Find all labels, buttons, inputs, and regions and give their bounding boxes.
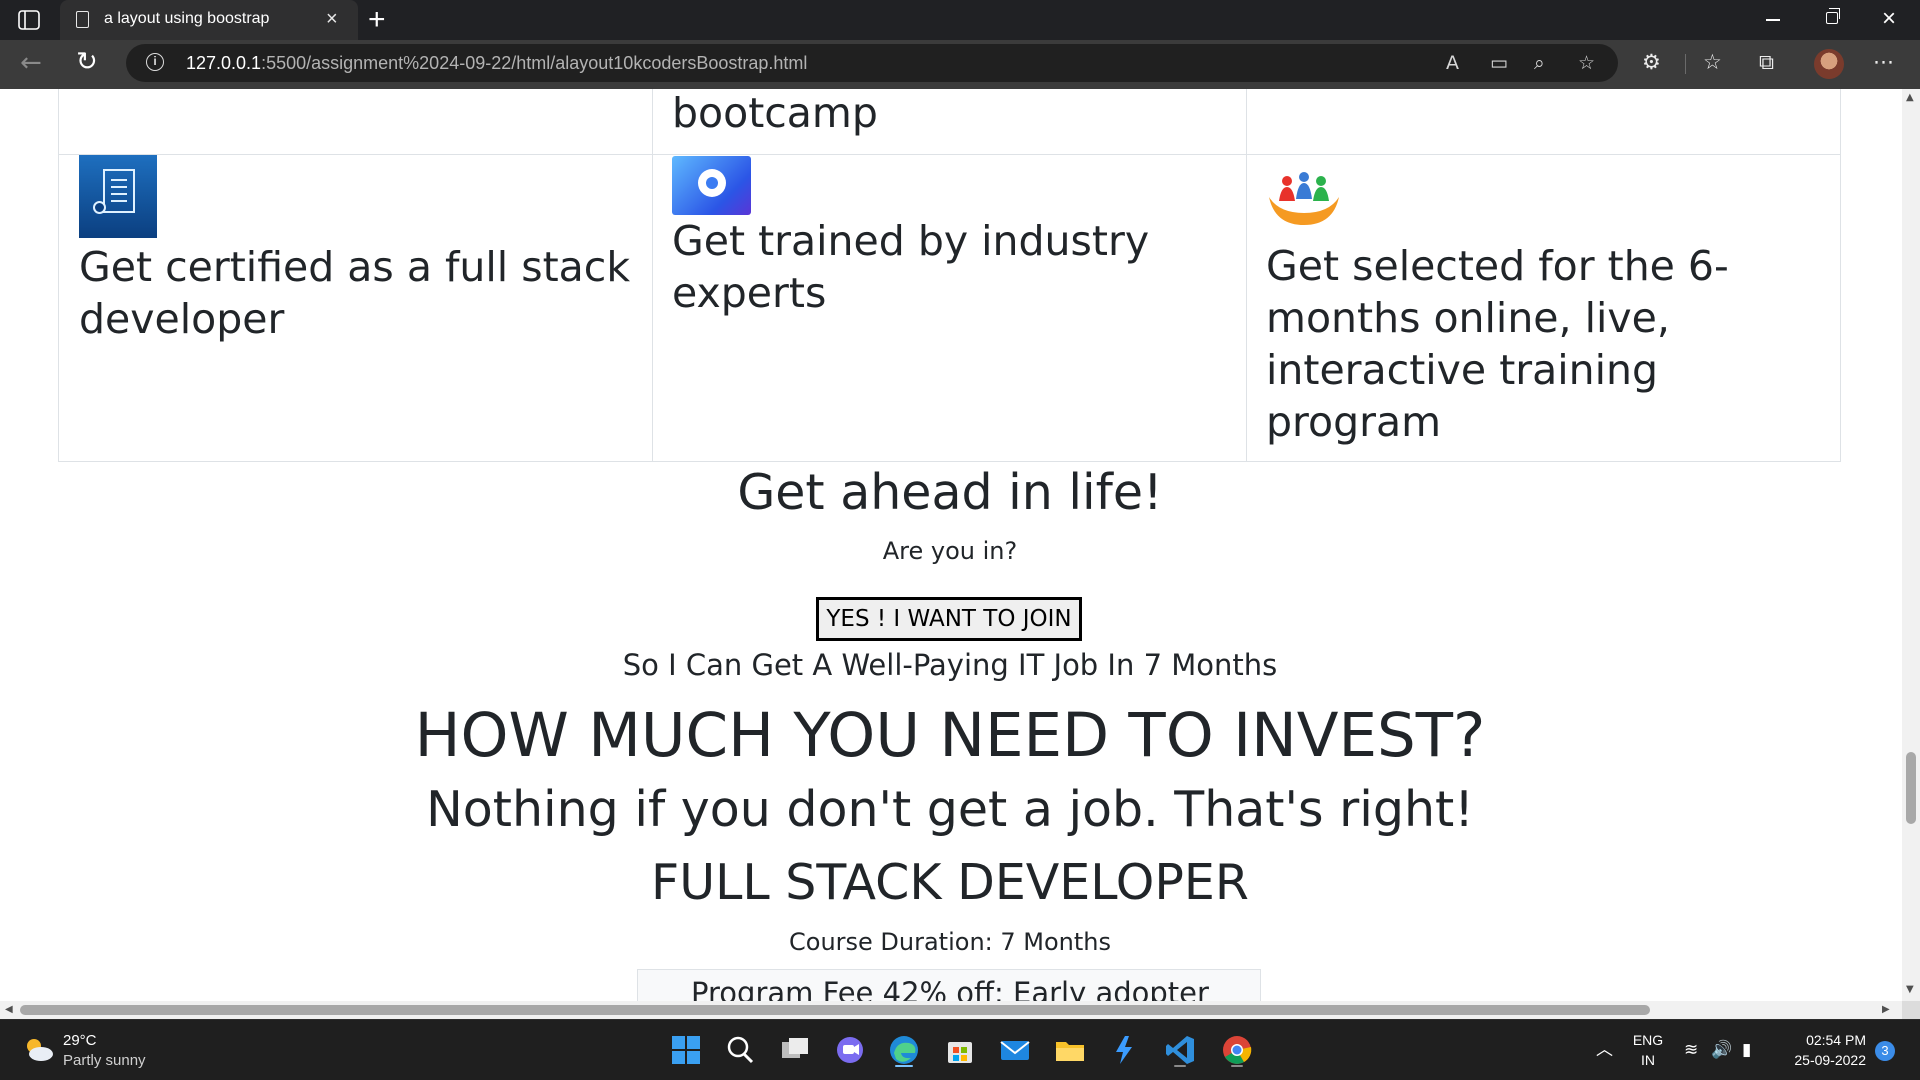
clock-date[interactable]: 25-09-2022 xyxy=(1776,1052,1866,1068)
browser-titlebar: a layout using boostrap × + × xyxy=(0,0,1920,40)
toolbar-divider xyxy=(1685,54,1686,74)
scroll-up-arrow-icon[interactable]: ▲ xyxy=(1906,93,1914,103)
table-border-right xyxy=(1840,89,1841,462)
hands-people-icon xyxy=(1269,172,1339,225)
tab-actions-icon[interactable] xyxy=(18,10,40,30)
edge-icon[interactable] xyxy=(887,1033,921,1067)
volume-icon[interactable]: 🔊 xyxy=(1711,1040,1732,1060)
site-info-icon[interactable]: i xyxy=(146,53,164,71)
wifi-icon[interactable]: ≋ xyxy=(1684,1040,1698,1060)
program-fee-box: Program Fee 42% off: Early adopter xyxy=(637,969,1261,1001)
language-bottom[interactable]: IN xyxy=(1630,1052,1666,1068)
address-bar[interactable]: i 127.0.0.1:5500/assignment%2024-09-22/h… xyxy=(126,44,1618,82)
page-viewport: bootcamp Get certified as a full stack d… xyxy=(0,89,1902,1001)
horizontal-scrollbar[interactable]: ◀ ▶ xyxy=(0,1001,1902,1019)
table-row-divider xyxy=(58,154,1841,155)
battery-icon[interactable]: ▮ xyxy=(1742,1040,1751,1060)
favorites-icon[interactable]: ☆ xyxy=(1703,50,1722,74)
mail-icon[interactable] xyxy=(998,1033,1032,1067)
task-view-icon[interactable] xyxy=(778,1033,812,1067)
store-icon[interactable] xyxy=(943,1033,977,1067)
headline: Get ahead in life! xyxy=(737,464,1163,521)
extensions-icon[interactable]: ⚙ xyxy=(1642,50,1661,74)
new-tab-button[interactable]: + xyxy=(368,4,386,36)
table-border-left xyxy=(58,89,59,462)
nothing-heading: Nothing if you don't get a job. That's r… xyxy=(426,781,1474,838)
scroll-down-arrow-icon[interactable]: ▼ xyxy=(1906,985,1914,995)
horizontal-scroll-thumb[interactable] xyxy=(20,1005,1650,1015)
language-top[interactable]: ENG xyxy=(1630,1032,1666,1048)
immersive-reader-icon[interactable]: ▭ xyxy=(1490,52,1508,74)
feature-text-certified: Get certified as a full stack developer xyxy=(79,243,631,343)
course-title: FULL STACK DEVELOPER xyxy=(651,854,1249,911)
close-window-button[interactable]: × xyxy=(1882,6,1896,32)
start-icon[interactable] xyxy=(669,1033,703,1067)
url-text[interactable]: 127.0.0.1:5500/assignment%2024-09-22/htm… xyxy=(186,53,807,74)
table-border-col2 xyxy=(1246,89,1247,462)
back-button[interactable]: ← xyxy=(20,48,42,78)
weather-temperature[interactable]: 29°C xyxy=(63,1032,97,1049)
page-icon xyxy=(76,11,89,28)
restore-button[interactable] xyxy=(1826,8,1840,24)
tab-close-icon[interactable]: × xyxy=(326,8,338,30)
windows-taskbar: 29°C Partly sunny ︿ ENG IN ≋ 🔊 ▮ 02:54 P… xyxy=(0,1019,1920,1080)
search-icon[interactable] xyxy=(723,1033,757,1067)
table-border-bottom xyxy=(58,461,1841,462)
question-text: Are you in? xyxy=(882,537,1018,565)
subline: So I Can Get A Well-Paying IT Job In 7 M… xyxy=(622,648,1278,682)
vertical-scroll-thumb[interactable] xyxy=(1906,752,1916,824)
profile-avatar[interactable] xyxy=(1814,49,1844,79)
power-automate-icon[interactable] xyxy=(1107,1033,1141,1067)
partly-sunny-icon[interactable] xyxy=(22,1036,54,1062)
read-aloud-icon[interactable]: A xyxy=(1446,52,1459,74)
previous-cell-text: bootcamp xyxy=(672,89,878,137)
tab-title: a layout using boostrap xyxy=(104,10,270,27)
browser-toolbar: ← ↻ i 127.0.0.1:5500/assignment%2024-09-… xyxy=(0,40,1920,89)
weather-description[interactable]: Partly sunny xyxy=(63,1052,146,1069)
scroll-right-arrow-icon[interactable]: ▶ xyxy=(1882,1004,1890,1015)
zoom-icon[interactable]: ⌕ xyxy=(1534,52,1545,74)
settings-more-icon[interactable]: ⋯ xyxy=(1873,50,1894,74)
join-button[interactable]: YES ! I WANT TO JOIN xyxy=(816,597,1082,641)
clock-time[interactable]: 02:54 PM xyxy=(1776,1032,1866,1048)
invest-heading: HOW MUCH YOU NEED TO INVEST? xyxy=(414,700,1486,771)
minimize-button[interactable] xyxy=(1766,19,1780,21)
chat-icon[interactable] xyxy=(833,1033,867,1067)
file-explorer-icon[interactable] xyxy=(1053,1033,1087,1067)
add-favorite-icon[interactable]: ☆ xyxy=(1578,52,1595,74)
vscode-icon[interactable] xyxy=(1163,1033,1197,1067)
scrollbar-corner xyxy=(1902,1001,1920,1019)
vertical-scrollbar[interactable]: ▲ ▼ xyxy=(1902,89,1920,1001)
notification-badge[interactable]: 3 xyxy=(1875,1041,1895,1061)
table-border-col1 xyxy=(652,89,653,462)
collections-icon[interactable]: ⧉ xyxy=(1759,50,1774,74)
feature-text-selected: Get selected for the 6-months online, li… xyxy=(1266,242,1729,446)
reload-button[interactable]: ↻ xyxy=(76,47,98,77)
chrome-icon[interactable] xyxy=(1220,1033,1254,1067)
course-duration: Course Duration: 7 Months xyxy=(789,928,1111,956)
tab-active[interactable]: a layout using boostrap × xyxy=(60,0,358,40)
show-hidden-icons-chevron-icon[interactable]: ︿ xyxy=(1596,1040,1613,1060)
scroll-left-arrow-icon[interactable]: ◀ xyxy=(5,1004,13,1015)
certificate-icon xyxy=(79,155,157,238)
feature-text-trained: Get trained by industry experts xyxy=(672,217,1150,317)
target-icon xyxy=(672,156,751,215)
program-fee-text: Program Fee 42% off: Early adopter xyxy=(691,976,1209,1001)
